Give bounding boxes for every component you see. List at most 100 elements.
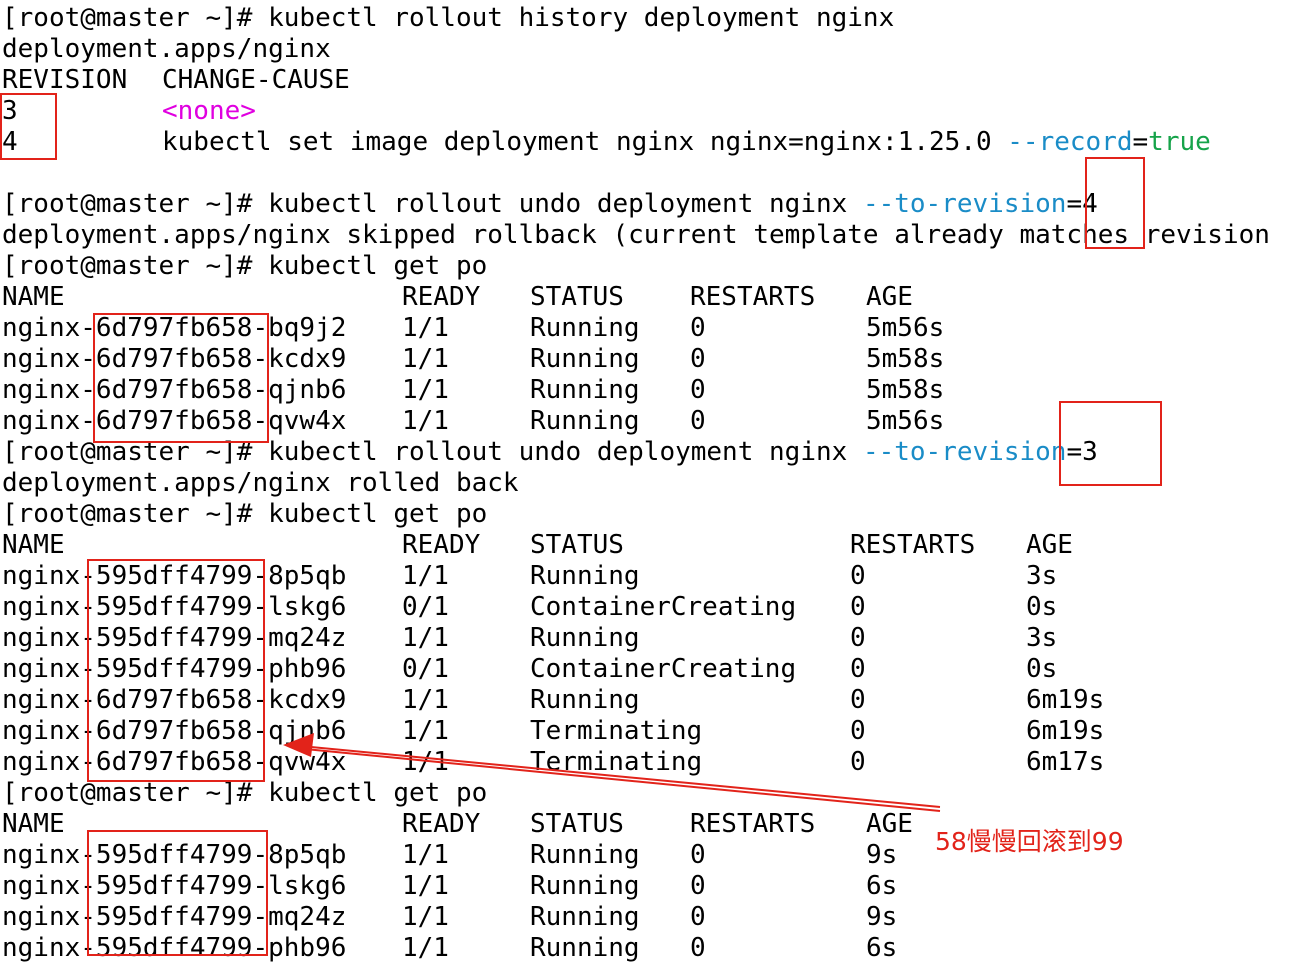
pod-ready: 1/1 [402, 747, 449, 777]
pod-age: 5m58s [866, 344, 945, 374]
pod-restarts: 0 [850, 716, 866, 746]
command-text: kubectl get po [268, 499, 488, 529]
command-text: kubectl rollout undo deployment nginx [268, 189, 863, 219]
pod-age: 5m56s [866, 406, 945, 436]
revision-3-highlight-box [1059, 401, 1162, 486]
command-text: kubectl rollout history deployment nginx [268, 3, 895, 33]
prompt: [root@master ~]# [2, 499, 269, 529]
pod-restarts: 0 [690, 871, 706, 901]
pod-restarts: 0 [850, 654, 866, 684]
table-header: NAME READY STATUS RESTARTS AGE [2, 530, 1291, 561]
pod-age: 0s [1026, 592, 1058, 622]
age-header: AGE [866, 282, 913, 312]
restarts-header: RESTARTS [690, 809, 816, 839]
name-header: NAME [2, 282, 65, 312]
pod-status: Running [530, 840, 640, 870]
pod-age: 9s [866, 902, 898, 932]
command-text: kubectl get po [268, 251, 488, 281]
pod-ready: 1/1 [402, 902, 449, 932]
change-cause: kubectl set image deployment nginx nginx… [162, 127, 1211, 158]
pod-restarts: 0 [690, 313, 706, 343]
pod-restarts: 0 [690, 375, 706, 405]
pod-status: Running [530, 313, 640, 343]
pod-restarts: 0 [850, 623, 866, 653]
pod-restarts: 0 [690, 406, 706, 436]
prompt: [root@master ~]# [2, 3, 269, 33]
pod-ready: 1/1 [402, 344, 449, 374]
hash-highlight-box [93, 313, 269, 443]
pod-status: Running [530, 344, 640, 374]
pod-restarts: 0 [850, 747, 866, 777]
output-text: deployment.apps/nginx rolled back [2, 468, 519, 498]
pod-ready: 1/1 [402, 716, 449, 746]
revision-header: REVISION [2, 65, 128, 95]
pod-ready: 1/1 [402, 933, 449, 963]
pod-ready: 1/1 [402, 871, 449, 901]
pod-restarts: 0 [690, 840, 706, 870]
pod-ready: 1/1 [402, 840, 449, 870]
pod-age: 9s [866, 840, 898, 870]
status-header: STATUS [530, 282, 624, 312]
annotation-text: 58慢慢回滚到99 [935, 827, 1124, 856]
command-flag: --to-revision [862, 437, 1067, 467]
name-header: NAME [2, 530, 65, 560]
prompt: [root@master ~]# [2, 778, 269, 808]
ready-header: READY [402, 530, 481, 560]
pod-ready: 1/1 [402, 561, 449, 591]
pod-ready: 1/1 [402, 313, 449, 343]
change-cause-command: kubectl set image deployment nginx nginx… [162, 127, 1008, 157]
command-line: [root@master ~]# kubectl get po [2, 778, 1291, 809]
pod-ready: 1/1 [402, 623, 449, 653]
pod-restarts: 0 [850, 561, 866, 591]
revision-4-highlight-box [1085, 157, 1145, 249]
output-text: deployment.apps/nginx [2, 34, 331, 64]
history-row: 3 <none> [2, 96, 1291, 127]
pod-age: 6m17s [1026, 747, 1105, 777]
hash-highlight-box [87, 559, 265, 782]
pod-status: Running [530, 871, 640, 901]
restarts-header: RESTARTS [690, 282, 816, 312]
age-header: AGE [1026, 530, 1073, 560]
pod-restarts: 0 [850, 592, 866, 622]
history-row: 4 kubectl set image deployment nginx ngi… [2, 127, 1291, 158]
command-text: kubectl get po [268, 778, 488, 808]
pod-restarts: 0 [690, 933, 706, 963]
change-cause-header: CHANGE-CAUSE [162, 65, 350, 95]
pod-age: 6m19s [1026, 716, 1105, 746]
status-header: STATUS [530, 809, 624, 839]
pod-age: 6m19s [1026, 685, 1105, 715]
pod-age: 6s [866, 871, 898, 901]
pod-status: Running [530, 902, 640, 932]
pod-status: Running [530, 623, 640, 653]
pod-age: 5m56s [866, 313, 945, 343]
pod-ready: 0/1 [402, 654, 449, 684]
pod-ready: 0/1 [402, 592, 449, 622]
pod-age: 3s [1026, 623, 1058, 653]
prompt: [root@master ~]# [2, 251, 269, 281]
change-cause-none: <none> [162, 96, 256, 126]
pod-status: Running [530, 406, 640, 436]
command-line: [root@master ~]# kubectl rollout history… [2, 3, 1291, 34]
history-header: REVISION CHANGE-CAUSE [2, 65, 1291, 96]
age-header: AGE [866, 809, 913, 839]
pod-status: Terminating [530, 716, 703, 746]
pod-status: Running [530, 933, 640, 963]
table-header: NAME READY STATUS RESTARTS AGE [2, 282, 1291, 313]
hash-highlight-box [87, 830, 268, 956]
change-cause-flag: --record [1007, 127, 1133, 157]
command-line: [root@master ~]# kubectl get po [2, 251, 1291, 282]
pod-restarts: 0 [690, 902, 706, 932]
pod-ready: 1/1 [402, 406, 449, 436]
pod-ready: 1/1 [402, 375, 449, 405]
ready-header: READY [402, 809, 481, 839]
change-cause-value: true [1148, 127, 1211, 157]
command-flag: --to-revision [862, 189, 1067, 219]
pod-status: ContainerCreating [530, 592, 797, 622]
pod-status: Running [530, 561, 640, 591]
command-line: [root@master ~]# kubectl get po [2, 499, 1291, 530]
pod-age: 3s [1026, 561, 1058, 591]
pod-status: Running [530, 375, 640, 405]
pod-status: Running [530, 685, 640, 715]
pod-restarts: 0 [850, 685, 866, 715]
pod-ready: 1/1 [402, 685, 449, 715]
